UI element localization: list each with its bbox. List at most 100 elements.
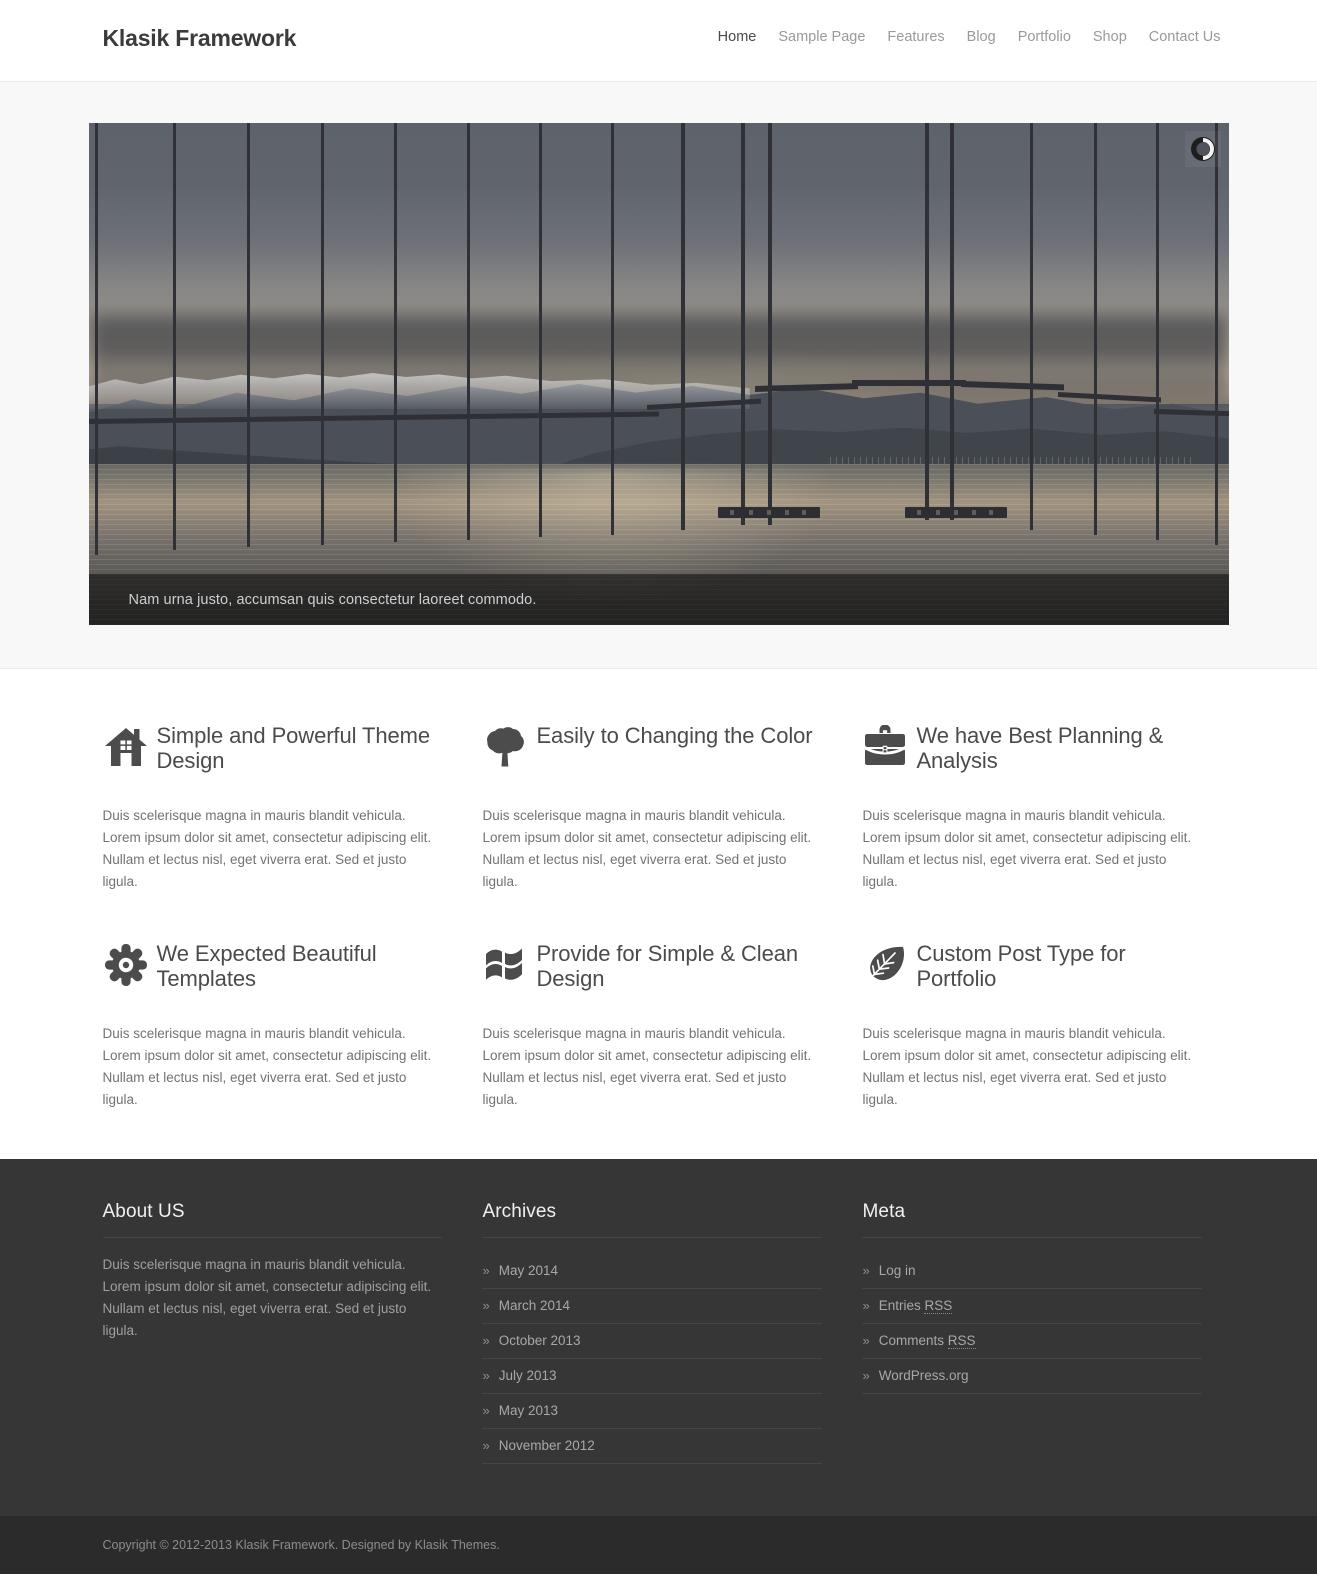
features-container: Simple and Powerful Theme Design Duis sc… xyxy=(89,721,1229,1111)
slider-caption-text: Nam urna justo, accumsan quis consectetu… xyxy=(128,591,537,608)
copyright-text: Copyright © 2012-2013 Klasik Framework. … xyxy=(102,1538,500,1552)
feature-title: Simple and Powerful Theme Design xyxy=(156,723,431,773)
feature-item-provide-for-simple-and-clean-design: Provide for Simple & Clean Design Duis s… xyxy=(468,939,848,1111)
nav-item-sample-page[interactable]: Sample Page xyxy=(778,27,865,47)
archive-label: May 2013 xyxy=(498,1403,559,1418)
feature-title: Easily to Changing the Color xyxy=(536,723,813,748)
list-item: » WordPress.org xyxy=(862,1359,1203,1394)
feature-text: Duis scelerisque magna in mauris blandit… xyxy=(862,1026,1192,1107)
nav-item-portfolio[interactable]: Portfolio xyxy=(1018,27,1071,47)
gear-icon xyxy=(103,939,157,987)
meta-link-comments-rss[interactable]: » Comments RSS xyxy=(862,1324,1202,1358)
archive-label: July 2013 xyxy=(498,1368,557,1383)
meta-abbr-rss: RSS xyxy=(947,1333,976,1349)
feature-text: Duis scelerisque magna in mauris blandit… xyxy=(482,808,812,889)
archive-label: November 2012 xyxy=(498,1438,595,1453)
archive-link-november-2012[interactable]: » November 2012 xyxy=(482,1429,822,1463)
widget-title-archives: Archives xyxy=(482,1201,823,1238)
list-item: » May 2013 xyxy=(482,1394,823,1429)
feature-item-we-have-best-planning-and-analysis: We have Best Planning & Analysis Duis sc… xyxy=(848,721,1228,893)
chevron-bullet-icon: » xyxy=(862,1298,870,1313)
feature-text: Duis scelerisque magna in mauris blandit… xyxy=(102,808,432,889)
feature-head: Custom Post Type for Portfolio xyxy=(862,939,1202,999)
chevron-bullet-icon: » xyxy=(482,1298,490,1313)
nav-item-blog[interactable]: Blog xyxy=(967,27,996,47)
feature-head: We have Best Planning & Analysis xyxy=(862,721,1202,781)
nav-item-shop[interactable]: Shop xyxy=(1093,27,1127,47)
page-root: Klasik Framework Home Sample Page Featur… xyxy=(0,0,1317,1574)
feature-head: Simple and Powerful Theme Design xyxy=(103,721,443,781)
feature-title: We Expected Beautiful Templates xyxy=(156,941,377,991)
briefcase-icon xyxy=(862,721,916,769)
copyright-inner: Copyright © 2012-2013 Klasik Framework. … xyxy=(89,1536,1229,1554)
site-footer: About US Duis scelerisque magna in mauri… xyxy=(0,1159,1317,1516)
archive-label: October 2013 xyxy=(498,1333,581,1348)
feature-head: Easily to Changing the Color xyxy=(482,721,822,781)
chevron-bullet-icon: » xyxy=(482,1368,490,1383)
list-item: » July 2013 xyxy=(482,1359,823,1394)
list-item: » November 2012 xyxy=(482,1429,823,1464)
slider-image xyxy=(88,123,1229,625)
house-icon xyxy=(103,721,157,769)
loading-spinner-icon xyxy=(1184,131,1221,167)
slider-wrap: Nam urna justo, accumsan quis consectetu… xyxy=(88,123,1229,625)
footer-widget-meta: Meta » Log in » Entries RSS » Comments RSS … xyxy=(848,1201,1228,1464)
meta-label: Entries xyxy=(878,1298,925,1313)
feature-item-easily-to-changing-the-color: Easily to Changing the Color Duis sceler… xyxy=(468,721,848,893)
nav-item-contact-us[interactable]: Contact Us xyxy=(1149,27,1221,47)
list-item: » March 2014 xyxy=(482,1289,823,1324)
tree-icon xyxy=(482,721,536,769)
copyright-bar: Copyright © 2012-2013 Klasik Framework. … xyxy=(0,1516,1317,1574)
slider-caption: Nam urna justo, accumsan quis consectetu… xyxy=(88,574,1229,625)
footer-container: About US Duis scelerisque magna in mauri… xyxy=(89,1201,1229,1464)
chevron-bullet-icon: » xyxy=(862,1333,870,1348)
meta-label: Log in xyxy=(878,1263,916,1278)
list-item: » Log in xyxy=(862,1254,1203,1289)
feature-head: We Expected Beautiful Templates xyxy=(103,939,443,999)
archive-label: May 2014 xyxy=(498,1263,559,1278)
bridge-silhouette xyxy=(88,123,1229,625)
footer-row: About US Duis scelerisque magna in mauri… xyxy=(89,1201,1229,1464)
feature-item-custom-post-type-for-portfolio: Custom Post Type for Portfolio Duis scel… xyxy=(848,939,1228,1111)
archive-link-may-2014[interactable]: » May 2014 xyxy=(482,1254,822,1288)
meta-link-log-in[interactable]: » Log in xyxy=(862,1254,1202,1288)
chevron-bullet-icon: » xyxy=(482,1403,490,1418)
chevron-bullet-icon: » xyxy=(862,1368,870,1383)
archive-link-july-2013[interactable]: » July 2013 xyxy=(482,1359,822,1393)
feature-row: Simple and Powerful Theme Design Duis sc… xyxy=(89,721,1229,893)
footer-widget-about: About US Duis scelerisque magna in mauri… xyxy=(89,1201,469,1464)
feature-text: Duis scelerisque magna in mauris blandit… xyxy=(102,1026,432,1107)
chevron-bullet-icon: » xyxy=(482,1333,490,1348)
list-item: » May 2014 xyxy=(482,1254,823,1289)
site-logo[interactable]: Klasik Framework xyxy=(103,25,297,52)
feature-head: Provide for Simple & Clean Design xyxy=(482,939,822,999)
windows-flag-icon xyxy=(482,939,536,987)
nav-item-features[interactable]: Features xyxy=(887,27,944,47)
chevron-bullet-icon: » xyxy=(482,1438,490,1453)
archive-link-may-2013[interactable]: » May 2013 xyxy=(482,1394,822,1428)
feature-row: We Expected Beautiful Templates Duis sce… xyxy=(89,939,1229,1111)
chevron-bullet-icon: » xyxy=(862,1263,870,1278)
slider-slide[interactable]: Nam urna justo, accumsan quis consectetu… xyxy=(88,123,1229,625)
feature-text: Duis scelerisque magna in mauris blandit… xyxy=(482,1026,812,1107)
meta-label: WordPress.org xyxy=(878,1368,969,1383)
feature-title: We have Best Planning & Analysis xyxy=(916,723,1164,773)
feature-item-simple-and-powerful-theme-design: Simple and Powerful Theme Design Duis sc… xyxy=(89,721,469,893)
chevron-bullet-icon: » xyxy=(482,1263,490,1278)
meta-link-entries-rss[interactable]: » Entries RSS xyxy=(862,1289,1202,1323)
meta-label: Comments xyxy=(878,1333,948,1348)
feature-title: Custom Post Type for Portfolio xyxy=(916,941,1126,991)
meta-link-wordpress-org[interactable]: » WordPress.org xyxy=(862,1359,1202,1393)
features-section: Simple and Powerful Theme Design Duis sc… xyxy=(0,669,1317,1159)
meta-abbr-rss: RSS xyxy=(924,1298,953,1314)
archives-list: » May 2014 » March 2014 » October 2013 » Jul… xyxy=(482,1254,823,1464)
header-inner: Klasik Framework Home Sample Page Featur… xyxy=(89,0,1229,82)
main-navigation: Home Sample Page Features Blog Portfolio… xyxy=(696,27,1221,47)
slider-section: Nam urna justo, accumsan quis consectetu… xyxy=(0,82,1317,669)
nav-item-home[interactable]: Home xyxy=(718,27,757,47)
archive-link-march-2014[interactable]: » March 2014 xyxy=(482,1289,822,1323)
list-item: » Entries RSS xyxy=(862,1289,1203,1324)
archive-link-october-2013[interactable]: » October 2013 xyxy=(482,1324,822,1358)
widget-title-meta: Meta xyxy=(862,1201,1203,1238)
about-text: Duis scelerisque magna in mauris blandit… xyxy=(102,1257,432,1338)
